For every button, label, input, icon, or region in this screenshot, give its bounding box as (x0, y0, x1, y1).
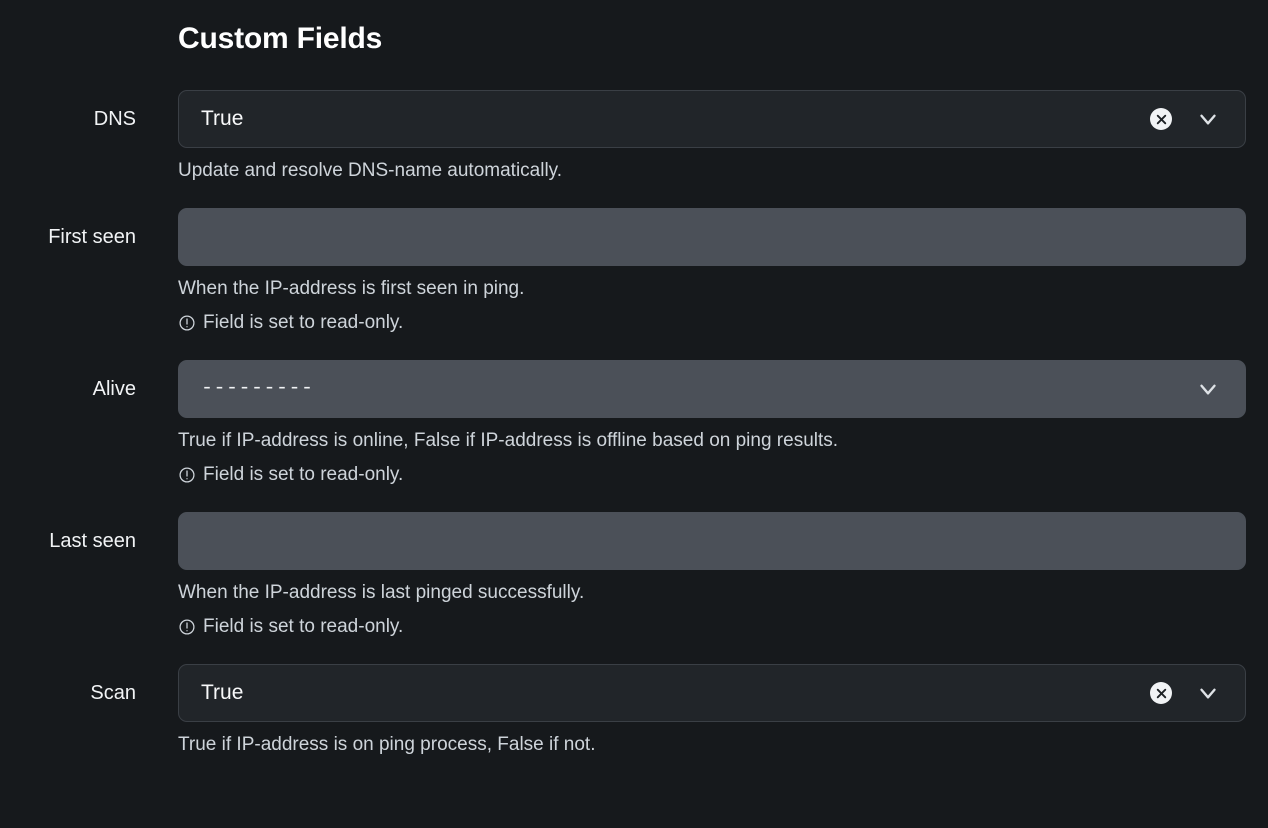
page-title: Custom Fields (178, 22, 383, 55)
exclamation-circle-icon (178, 466, 196, 484)
chevron-down-icon[interactable] (1183, 97, 1233, 141)
field-help-alive: True if IP-address is online, False if I… (178, 430, 839, 451)
form-row-last-seen: Last seen When the IP-address is last pin… (0, 512, 1268, 664)
exclamation-circle-icon (178, 618, 196, 636)
readonly-note-first-seen: Field is set to read-only. (178, 300, 1268, 334)
field-control-last-seen (178, 512, 1246, 570)
select-scan[interactable]: True (178, 664, 1246, 722)
field-help-first-seen: When the IP-address is first seen in pin… (178, 278, 525, 299)
field-label-scan: Scan (90, 682, 136, 704)
readonly-note-text: Field is set to read-only. (203, 464, 404, 485)
field-control-dns: True (178, 90, 1246, 148)
field-help-dns: Update and resolve DNS-name automaticall… (178, 160, 563, 181)
field-control-scan: True (178, 664, 1246, 722)
form-row-dns: DNS True Update and resolve DNS-name autom… (0, 90, 1268, 208)
field-actions-scan (1139, 671, 1245, 715)
field-help-last-seen: When the IP-address is last pinged succe… (178, 582, 585, 603)
field-label-alive: Alive (92, 378, 136, 400)
input-last-seen (178, 512, 1246, 570)
chevron-down-icon (1183, 367, 1233, 411)
readonly-note-alive: Field is set to read-only. (178, 452, 1268, 486)
clear-icon[interactable] (1139, 97, 1183, 141)
field-label-last-seen: Last seen (49, 530, 136, 552)
custom-fields-form: DNS True Update and resolve DNS-name autom… (0, 90, 1268, 756)
exclamation-circle-icon (178, 314, 196, 332)
form-row-alive: Alive --------- True if IP-address is onli… (0, 360, 1268, 512)
field-help-scan: True if IP-address is on ping process, F… (178, 734, 596, 755)
form-row-first-seen: First seen When the IP-address is first s… (0, 208, 1268, 360)
field-actions-alive (1183, 367, 1245, 411)
readonly-note-last-seen: Field is set to read-only. (178, 604, 1268, 638)
form-row-scan: Scan True True if IP-address is on ping pr… (0, 664, 1268, 756)
input-first-seen (178, 208, 1246, 266)
select-dns[interactable]: True (178, 90, 1246, 148)
field-value-scan: True (201, 681, 244, 704)
readonly-note-text: Field is set to read-only. (203, 312, 404, 333)
field-label-dns: DNS (93, 108, 136, 130)
field-control-first-seen (178, 208, 1246, 266)
field-control-alive: --------- (178, 360, 1246, 418)
select-alive: --------- (178, 360, 1246, 418)
clear-icon[interactable] (1139, 671, 1183, 715)
field-value-dns: True (201, 107, 244, 130)
readonly-note-text: Field is set to read-only. (203, 616, 404, 637)
field-value-alive: --------- (201, 377, 314, 400)
chevron-down-icon[interactable] (1183, 671, 1233, 715)
field-actions-dns (1139, 97, 1245, 141)
field-label-first-seen: First seen (48, 226, 136, 248)
custom-fields-page: Custom Fields DNS True Update and resolve … (0, 0, 1268, 828)
